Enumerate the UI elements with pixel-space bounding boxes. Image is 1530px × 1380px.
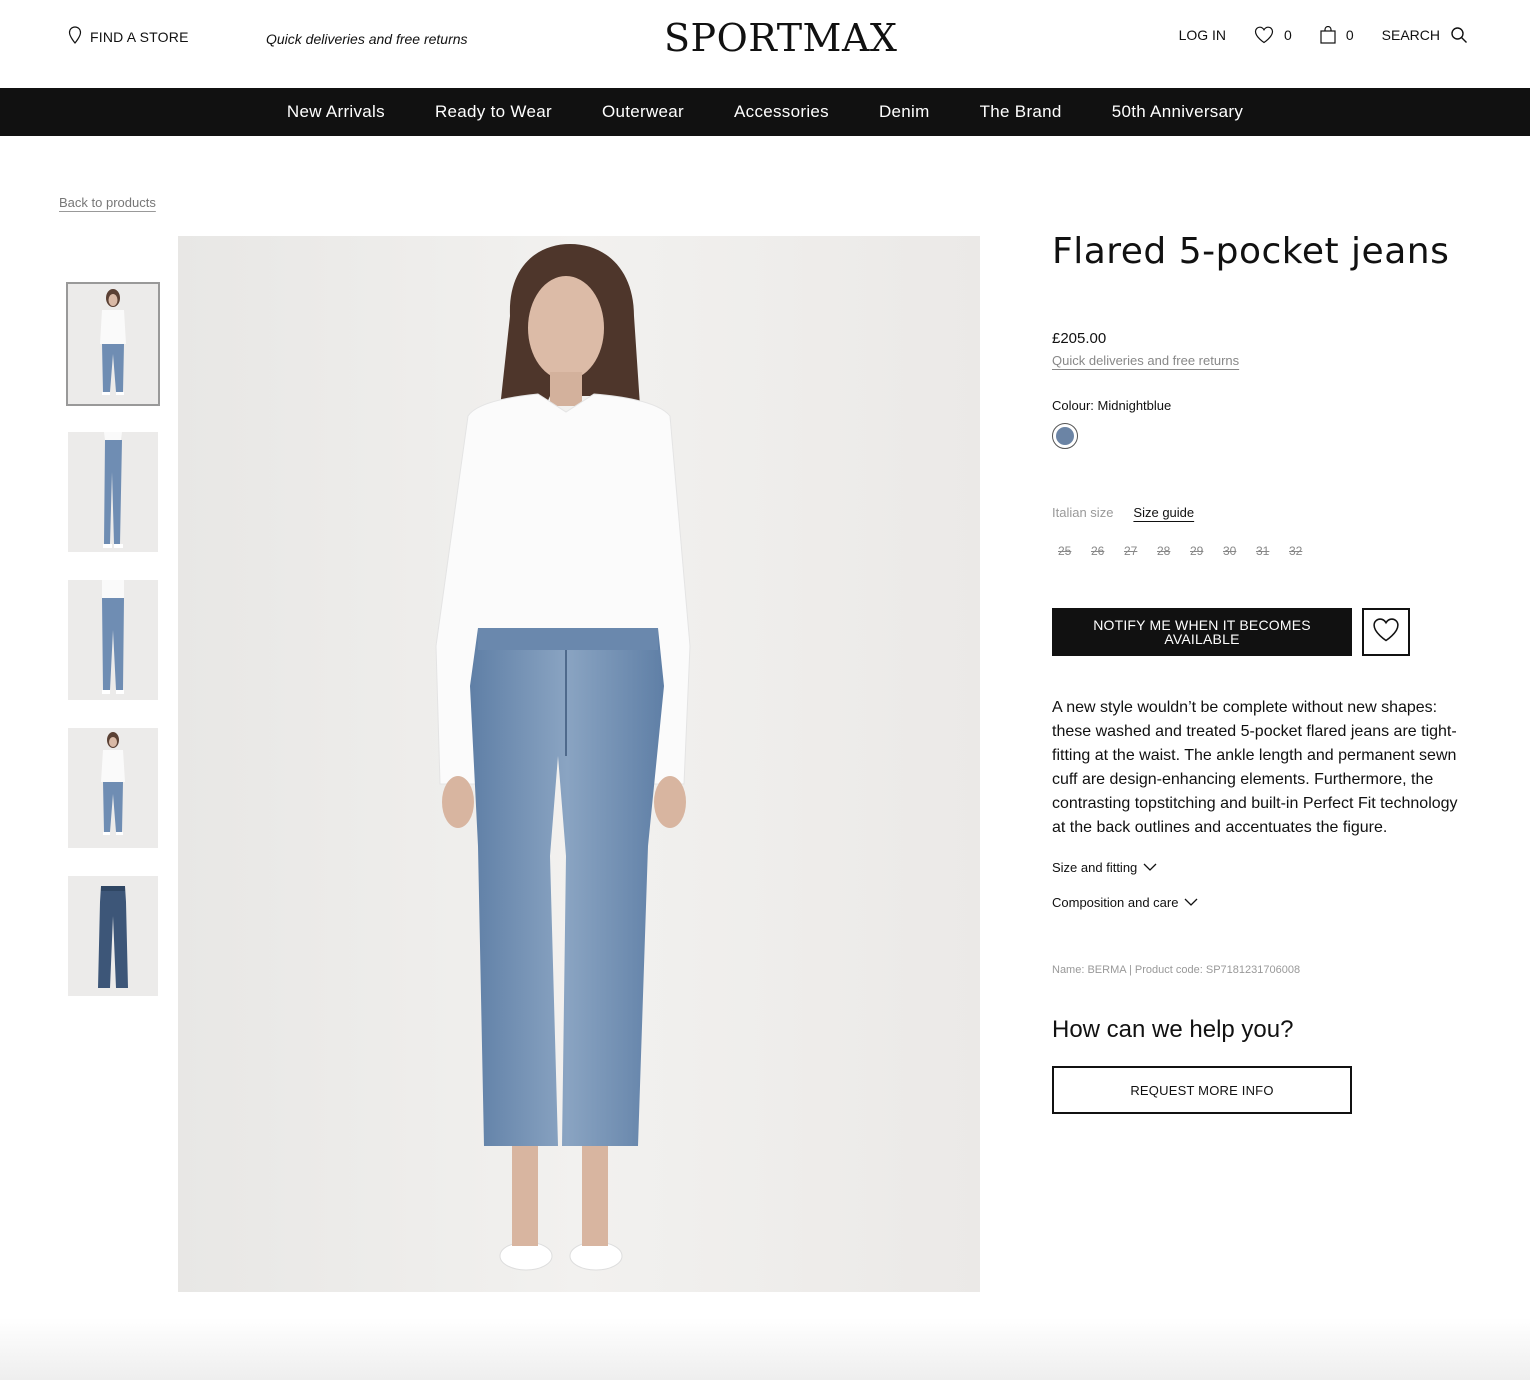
location-pin-icon (68, 26, 82, 47)
add-to-wishlist-button[interactable] (1362, 608, 1410, 656)
size-option-32[interactable]: 32 (1289, 544, 1322, 558)
size-option-30[interactable]: 30 (1223, 544, 1256, 558)
size-system-label: Italian size (1052, 505, 1114, 520)
heart-icon (1254, 26, 1274, 44)
nav-item-new-arrivals[interactable]: New Arrivals (287, 102, 385, 122)
request-more-info-button[interactable]: REQUEST MORE INFO (1052, 1066, 1352, 1114)
heart-icon (1372, 617, 1400, 648)
thumbnail-front-far[interactable] (68, 728, 158, 848)
wishlist-count: 0 (1284, 27, 1292, 43)
main-product-image[interactable] (178, 236, 980, 1292)
help-heading: How can we help you? (1052, 1016, 1294, 1043)
nav-item-ready-to-wear[interactable]: Ready to Wear (435, 102, 552, 122)
chevron-down-icon (1143, 860, 1157, 875)
thumbnail-back[interactable] (68, 580, 158, 700)
find-store-link[interactable]: FIND A STORE (68, 26, 189, 47)
size-option-28[interactable]: 28 (1157, 544, 1190, 558)
thumbnail-side[interactable] (68, 432, 158, 552)
thumbnail-front-full[interactable] (66, 282, 160, 406)
swatch-fill (1056, 427, 1074, 445)
nav-item-accessories[interactable]: Accessories (734, 102, 829, 122)
back-to-products-link[interactable]: Back to products (59, 195, 156, 210)
login-link[interactable]: LOG IN (1179, 27, 1226, 43)
accordion-label: Size and fitting (1052, 860, 1138, 875)
shopping-bag-icon (1320, 26, 1336, 44)
product-details: Flared 5-pocket jeans £205.00 Quick deli… (1052, 230, 1472, 1114)
colour-swatch-midnightblue[interactable] (1052, 423, 1078, 449)
composition-and-care-toggle[interactable]: Composition and care (1052, 895, 1472, 910)
product-title: Flared 5-pocket jeans (1052, 231, 1450, 272)
accordion-label: Composition and care (1052, 895, 1179, 910)
nav-item-outerwear[interactable]: Outerwear (602, 102, 684, 122)
product-description: A new style wouldn’t be complete without… (1052, 699, 1458, 836)
nav-item-50th-anniversary[interactable]: 50th Anniversary (1112, 102, 1243, 122)
search-button[interactable]: SEARCH (1382, 26, 1468, 44)
product-code: Name: BERMA | Product code: SP7181231706… (1052, 964, 1301, 976)
footer-edge (0, 1318, 1530, 1380)
nav-item-the-brand[interactable]: The Brand (980, 102, 1062, 122)
product-price: £205.00 (1052, 330, 1107, 347)
size-option-25[interactable]: 25 (1058, 544, 1091, 558)
chevron-down-icon (1184, 895, 1198, 910)
top-bar: FIND A STORE Quick deliveries and free r… (0, 0, 1530, 88)
colour-label: Colour: Midnightblue (1052, 398, 1172, 413)
thumbnail-gallery (66, 282, 160, 1024)
cart-count: 0 (1345, 27, 1354, 43)
size-option-27[interactable]: 27 (1124, 544, 1157, 558)
size-and-fitting-toggle[interactable]: Size and fitting (1052, 860, 1472, 875)
cta-row: NOTIFY ME WHEN IT BECOMES AVAILABLE (1052, 608, 1472, 656)
wishlist-button[interactable]: 0 (1254, 26, 1292, 44)
promo-text: Quick deliveries and free returns (266, 31, 468, 47)
size-selector: 25 26 27 28 29 30 31 32 (1058, 544, 1472, 558)
nav-item-denim[interactable]: Denim (879, 102, 930, 122)
size-option-29[interactable]: 29 (1190, 544, 1223, 558)
find-store-label: FIND A STORE (90, 28, 189, 45)
main-navigation: New Arrivals Ready to Wear Outerwear Acc… (0, 88, 1530, 136)
delivery-returns-link[interactable]: Quick deliveries and free returns (1052, 353, 1239, 368)
search-icon (1450, 26, 1468, 44)
search-label: SEARCH (1381, 27, 1440, 43)
user-actions: LOG IN 0 0 SEARCH (1179, 26, 1468, 44)
notify-me-button[interactable]: NOTIFY ME WHEN IT BECOMES AVAILABLE (1052, 608, 1352, 656)
size-option-26[interactable]: 26 (1091, 544, 1124, 558)
size-option-31[interactable]: 31 (1256, 544, 1289, 558)
size-header: Italian size Size guide (1052, 505, 1472, 520)
size-guide-link[interactable]: Size guide (1133, 505, 1194, 520)
thumbnail-flat-jeans[interactable] (68, 876, 158, 996)
cart-button[interactable]: 0 (1320, 26, 1354, 44)
brand-logo[interactable]: SPORTMAX (664, 18, 897, 58)
